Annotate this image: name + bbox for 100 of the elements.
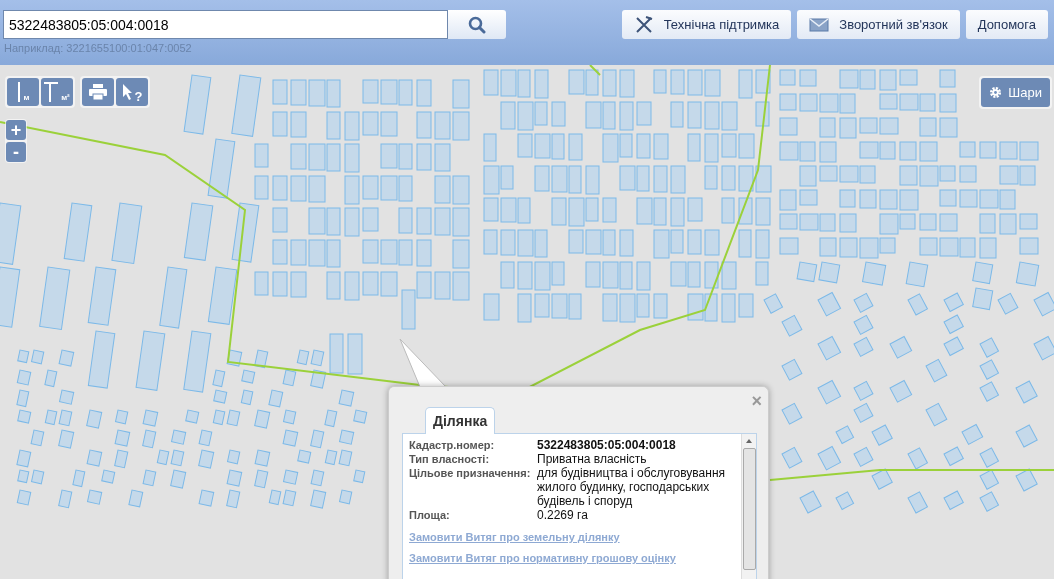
land-parcel[interactable]: [31, 469, 45, 485]
land-parcel[interactable]: [779, 141, 799, 161]
land-parcel[interactable]: [979, 447, 999, 468]
land-parcel[interactable]: [1019, 237, 1039, 255]
land-parcel[interactable]: [653, 229, 670, 259]
land-parcel[interactable]: [282, 489, 297, 507]
land-parcel[interactable]: [500, 197, 517, 223]
land-parcel[interactable]: [283, 409, 297, 425]
land-parcel[interactable]: [272, 175, 288, 201]
land-parcel[interactable]: [721, 133, 737, 158]
land-parcel[interactable]: [380, 111, 398, 137]
land-parcel[interactable]: [16, 369, 32, 386]
land-parcel[interactable]: [839, 189, 856, 208]
land-parcel[interactable]: [362, 79, 379, 104]
land-parcel[interactable]: [483, 69, 499, 96]
land-parcel[interactable]: [290, 175, 307, 202]
land-parcel[interactable]: [670, 229, 684, 254]
land-parcel[interactable]: [972, 261, 994, 285]
land-parcel[interactable]: [551, 133, 565, 160]
land-parcel[interactable]: [779, 117, 798, 136]
land-parcel[interactable]: [226, 349, 243, 367]
land-parcel[interactable]: [551, 101, 566, 127]
land-parcel[interactable]: [344, 111, 360, 141]
land-parcel[interactable]: [568, 165, 582, 194]
land-parcel[interactable]: [704, 165, 718, 190]
land-parcel[interactable]: [763, 293, 783, 314]
land-parcel[interactable]: [326, 79, 341, 108]
land-parcel[interactable]: [308, 239, 326, 267]
land-parcel[interactable]: [619, 69, 635, 98]
land-parcel[interactable]: [268, 489, 282, 506]
land-parcel[interactable]: [310, 349, 325, 367]
land-parcel[interactable]: [483, 229, 498, 255]
land-parcel[interactable]: [72, 469, 86, 488]
land-parcel[interactable]: [398, 175, 413, 202]
land-parcel[interactable]: [859, 69, 876, 90]
land-parcel[interactable]: [755, 261, 769, 286]
land-parcel[interactable]: [398, 143, 413, 170]
land-parcel[interactable]: [272, 239, 288, 265]
land-parcel[interactable]: [290, 239, 307, 266]
land-parcel[interactable]: [534, 229, 548, 258]
land-parcel[interactable]: [568, 293, 582, 320]
land-parcel[interactable]: [779, 93, 797, 111]
land-parcel[interactable]: [87, 489, 103, 505]
land-parcel[interactable]: [972, 287, 994, 311]
land-parcel[interactable]: [653, 293, 668, 319]
land-parcel[interactable]: [568, 229, 584, 254]
land-parcel[interactable]: [959, 141, 976, 158]
land-parcel[interactable]: [636, 165, 650, 192]
land-parcel[interactable]: [670, 261, 687, 287]
zoom-button[interactable]: +: [6, 120, 26, 140]
land-parcel[interactable]: [324, 409, 338, 428]
land-parcel[interactable]: [114, 429, 131, 447]
header-button[interactable]: Технічна підтримка: [621, 10, 792, 39]
land-parcel[interactable]: [297, 449, 312, 464]
land-parcel[interactable]: [398, 79, 413, 106]
land-parcel[interactable]: [602, 69, 617, 97]
land-parcel[interactable]: [899, 213, 916, 230]
land-parcel[interactable]: [568, 69, 585, 95]
land-parcel[interactable]: [999, 141, 1018, 160]
land-parcel[interactable]: [653, 133, 669, 160]
land-parcel[interactable]: [636, 197, 653, 225]
land-parcel[interactable]: [687, 229, 702, 255]
land-parcel[interactable]: [859, 189, 877, 209]
land-parcel[interactable]: [687, 101, 702, 129]
land-parcel[interactable]: [254, 349, 269, 369]
land-parcel[interactable]: [602, 197, 617, 223]
land-parcel[interactable]: [416, 111, 432, 139]
land-parcel[interactable]: [198, 449, 215, 469]
land-parcel[interactable]: [859, 141, 879, 159]
land-parcel[interactable]: [738, 293, 754, 318]
land-parcel[interactable]: [290, 271, 307, 298]
land-parcel[interactable]: [704, 229, 720, 256]
land-parcel[interactable]: [268, 389, 284, 408]
land-parcel[interactable]: [16, 449, 32, 468]
land-parcel[interactable]: [939, 69, 956, 88]
land-parcel[interactable]: [859, 165, 876, 184]
land-parcel[interactable]: [835, 491, 855, 510]
land-parcel[interactable]: [979, 469, 999, 490]
land-parcel[interactable]: [799, 213, 819, 231]
land-parcel[interactable]: [517, 261, 533, 290]
search-button[interactable]: [448, 10, 506, 39]
land-parcel[interactable]: [308, 143, 326, 171]
land-parcel[interactable]: [839, 165, 859, 183]
land-parcel[interactable]: [899, 69, 918, 86]
land-parcel[interactable]: [943, 490, 964, 510]
header-button[interactable]: Зворотний зв'язок: [797, 10, 960, 39]
land-parcel[interactable]: [290, 111, 307, 138]
land-parcel[interactable]: [704, 293, 718, 322]
land-parcel[interactable]: [58, 489, 73, 509]
close-button[interactable]: ×: [751, 393, 762, 409]
land-parcel[interactable]: [483, 133, 497, 162]
land-parcel[interactable]: [619, 165, 636, 191]
land-parcel[interactable]: [114, 449, 129, 469]
land-parcel[interactable]: [959, 165, 977, 183]
land-parcel[interactable]: [859, 237, 879, 259]
land-parcel[interactable]: [687, 69, 703, 96]
land-parcel[interactable]: [568, 133, 583, 161]
land-parcel[interactable]: [585, 197, 599, 222]
land-parcel[interactable]: [326, 239, 341, 268]
land-parcel[interactable]: [272, 271, 288, 297]
